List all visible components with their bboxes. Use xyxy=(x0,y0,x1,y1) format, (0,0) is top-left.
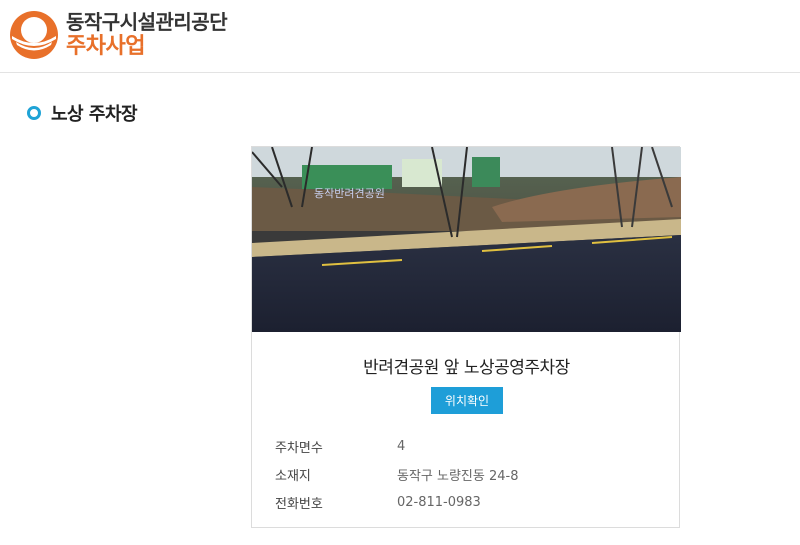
parking-lot-details: 주차면수 4 소재지 동작구 노량진동 24-8 전화번호 02-811-098… xyxy=(275,432,665,516)
logo-service-name: 주차사업 xyxy=(66,34,145,59)
site-header: 동작구시설관리공단 주차사업 xyxy=(0,0,800,73)
logo-emblem-icon xyxy=(10,11,58,59)
detail-value: 4 xyxy=(397,438,406,454)
detail-row-address: 소재지 동작구 노량진동 24-8 xyxy=(275,460,665,488)
detail-row-spaces: 주차면수 4 xyxy=(275,432,665,460)
detail-value: 동작구 노량진동 24-8 xyxy=(397,468,519,484)
photo-sign-text: 동작반려견공원 xyxy=(314,187,385,200)
parking-lot-photo: 동작반려견공원 xyxy=(252,147,681,332)
page-title-text: 노상 주차장 xyxy=(51,104,138,125)
parking-lot-card: 동작반려견공원 반려견공원 앞 노상공영주차장 위치확인 주차면수 4 소재지 … xyxy=(251,146,681,528)
logo-org-name: 동작구시설관리공단 xyxy=(66,10,228,34)
detail-label: 주차면수 xyxy=(275,440,323,456)
bullet-circle-icon xyxy=(27,106,41,120)
parking-lot-name: 반려견공원 앞 노상공영주차장 xyxy=(363,358,570,378)
detail-label: 전화번호 xyxy=(275,496,323,512)
detail-value: 02-811-0983 xyxy=(397,494,481,510)
site-logo[interactable]: 동작구시설관리공단 주차사업 xyxy=(8,9,228,61)
location-check-button[interactable]: 위치확인 xyxy=(431,387,503,414)
detail-row-phone: 전화번호 02-811-0983 xyxy=(275,488,665,516)
detail-label: 소재지 xyxy=(275,468,311,484)
page-title: 노상 주차장 xyxy=(27,100,138,126)
